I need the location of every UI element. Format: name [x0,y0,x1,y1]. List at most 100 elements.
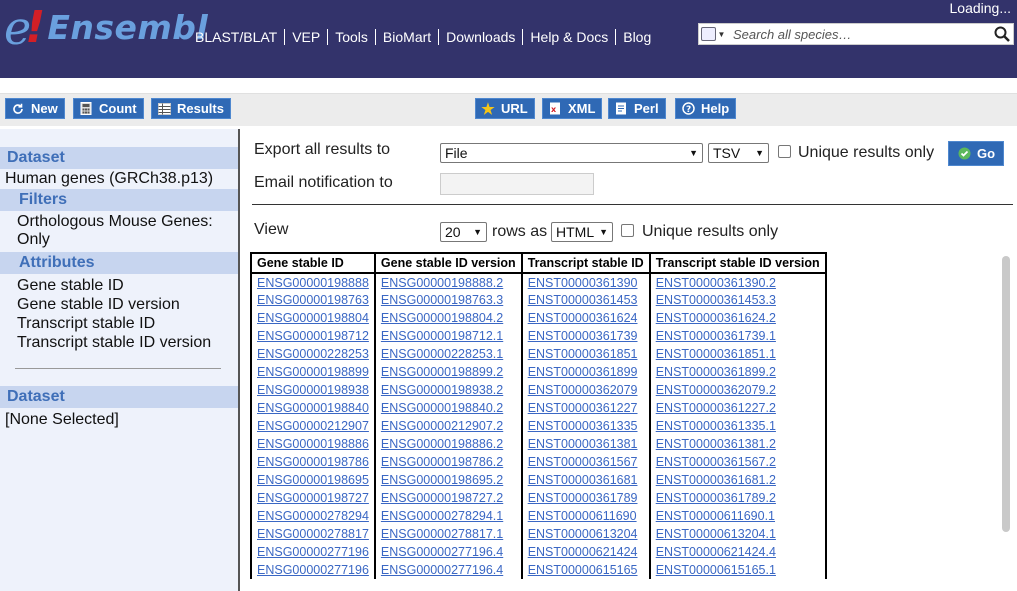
nav-vep[interactable]: VEP [284,29,327,45]
result-link[interactable]: ENST00000621424.4 [656,545,776,559]
attributes-heading[interactable]: Attributes [0,252,238,274]
result-link[interactable]: ENSG00000198786.2 [381,455,503,469]
attribute-item[interactable]: Gene stable ID version [17,295,238,314]
result-link[interactable]: ENSG00000198804.2 [381,311,503,325]
nav-tools[interactable]: Tools [327,29,375,45]
result-link[interactable]: ENST00000361681 [528,473,638,487]
result-link[interactable]: ENSG00000198840 [257,401,369,415]
result-link[interactable]: ENSG00000198712 [257,329,369,343]
result-link[interactable]: ENST00000362079.2 [656,383,776,397]
result-link[interactable]: ENST00000362079 [528,383,638,397]
result-link[interactable]: ENST00000611690.1 [656,509,775,523]
result-link[interactable]: ENST00000361567.2 [656,455,776,469]
attribute-item[interactable]: Transcript stable ID [17,314,238,333]
result-link[interactable]: ENSG00000198840.2 [381,401,503,415]
nav-help-docs[interactable]: Help & Docs [522,29,615,45]
nav-blog[interactable]: Blog [615,29,658,45]
result-link[interactable]: ENST00000621424 [528,545,638,559]
view-format-select[interactable]: HTML ▼ [551,222,613,242]
result-link[interactable]: ENST00000361227.2 [656,401,776,415]
result-link[interactable]: ENST00000361335 [528,419,638,433]
result-link[interactable]: ENSG00000198938 [257,383,369,397]
result-link[interactable]: ENST00000361851 [528,347,638,361]
search-icon[interactable] [991,24,1013,44]
result-link[interactable]: ENST00000613204 [528,527,638,541]
result-link[interactable]: ENSG00000212907.2 [381,419,503,433]
result-link[interactable]: ENST00000361899 [528,365,638,379]
result-link[interactable]: ENST00000361381.2 [656,437,776,451]
result-link[interactable]: ENST00000361739 [528,329,638,343]
result-link[interactable]: ENST00000615165 [528,563,638,577]
count-button[interactable]: Count [73,98,144,119]
result-link[interactable]: ENSG00000278817.1 [381,527,503,541]
result-link[interactable]: ENST00000361789 [528,491,638,505]
result-link[interactable]: ENST00000615165.1 [656,563,776,577]
new-button[interactable]: New [5,98,65,119]
view-unique-checkbox[interactable] [621,224,634,237]
result-link[interactable]: ENST00000361899.2 [656,365,776,379]
email-field[interactable] [440,173,594,195]
result-link[interactable]: ENST00000361390.2 [656,276,776,290]
result-link[interactable]: ENSG00000198938.2 [381,383,503,397]
result-link[interactable]: ENST00000361390 [528,276,638,290]
filters-heading[interactable]: Filters [0,189,238,211]
nav-biomart[interactable]: BioMart [374,29,438,45]
result-link[interactable]: ENSG00000277196 [257,545,369,559]
result-link[interactable]: ENSG00000277196.4 [381,563,503,577]
result-link[interactable]: ENSG00000278817 [257,527,369,541]
result-link[interactable]: ENST00000361381 [528,437,638,451]
result-link[interactable]: ENSG00000198763 [257,293,369,307]
filter-orthologous-mouse[interactable]: Orthologous Mouse Genes: Only [0,213,238,249]
result-link[interactable]: ENSG00000212907 [257,419,369,433]
result-link[interactable]: ENST00000361453 [528,293,638,307]
result-link[interactable]: ENSG00000278294 [257,509,369,523]
perl-button[interactable]: Perl [608,98,666,119]
species-dropdown[interactable]: ▼ [699,24,727,44]
result-link[interactable]: ENSG00000198695 [257,473,369,487]
xml-button[interactable]: x XML [542,98,603,119]
result-link[interactable]: ENSG00000198727 [257,491,369,505]
dataset2-heading[interactable]: Dataset [0,386,238,408]
result-link[interactable]: ENST00000361567 [528,455,638,469]
results-button[interactable]: Results [151,98,231,119]
result-link[interactable]: ENSG00000198888.2 [381,276,503,290]
result-link[interactable]: ENST00000361453.3 [656,293,776,307]
result-link[interactable]: ENSG00000198886 [257,437,369,451]
nav-downloads[interactable]: Downloads [438,29,522,45]
export-unique-checkbox[interactable] [778,145,791,158]
result-link[interactable]: ENSG00000198695.2 [381,473,503,487]
result-link[interactable]: ENSG00000198786 [257,455,369,469]
result-link[interactable]: ENST00000361624.2 [656,311,776,325]
result-link[interactable]: ENST00000611690 [528,509,637,523]
result-link[interactable]: ENSG00000198763.3 [381,293,503,307]
dataset-heading[interactable]: Dataset [0,147,238,169]
results-table-container[interactable]: Gene stable ID Gene stable ID version Tr… [250,252,838,591]
dataset2-name[interactable]: [None Selected] [0,410,238,430]
result-link[interactable]: ENSG00000228253 [257,347,369,361]
result-link[interactable]: ENSG00000277196 [257,563,369,577]
result-link[interactable]: ENSG00000198886.2 [381,437,503,451]
dataset-name[interactable]: Human genes (GRCh38.p13) [0,169,238,189]
search-input[interactable]: Search all species… [727,27,991,42]
export-destination-select[interactable]: File ▼ [440,143,703,163]
ensembl-logo[interactable]: e ! Ensembl [4,5,208,51]
result-link[interactable]: ENST00000361681.2 [656,473,776,487]
attribute-item[interactable]: Transcript stable ID version [17,333,238,352]
result-link[interactable]: ENSG00000277196.4 [381,545,503,559]
result-link[interactable]: ENST00000361851.1 [656,347,776,361]
result-link[interactable]: ENSG00000278294.1 [381,509,503,523]
go-button[interactable]: Go [948,141,1005,166]
result-link[interactable]: ENST00000361624 [528,311,638,325]
result-link[interactable]: ENSG00000198888 [257,276,369,290]
result-link[interactable]: ENSG00000198899 [257,365,369,379]
result-link[interactable]: ENSG00000198712.1 [381,329,503,343]
result-link[interactable]: ENST00000361739.1 [656,329,776,343]
attribute-item[interactable]: Gene stable ID [17,276,238,295]
result-link[interactable]: ENST00000361227 [528,401,638,415]
result-link[interactable]: ENSG00000198899.2 [381,365,503,379]
help-button[interactable]: ? Help [675,98,737,119]
results-scrollbar[interactable] [1002,256,1010,532]
nav-blast[interactable]: BLAST/BLAT [188,29,284,45]
result-link[interactable]: ENSG00000198727.2 [381,491,503,505]
result-link[interactable]: ENST00000613204.1 [656,527,776,541]
